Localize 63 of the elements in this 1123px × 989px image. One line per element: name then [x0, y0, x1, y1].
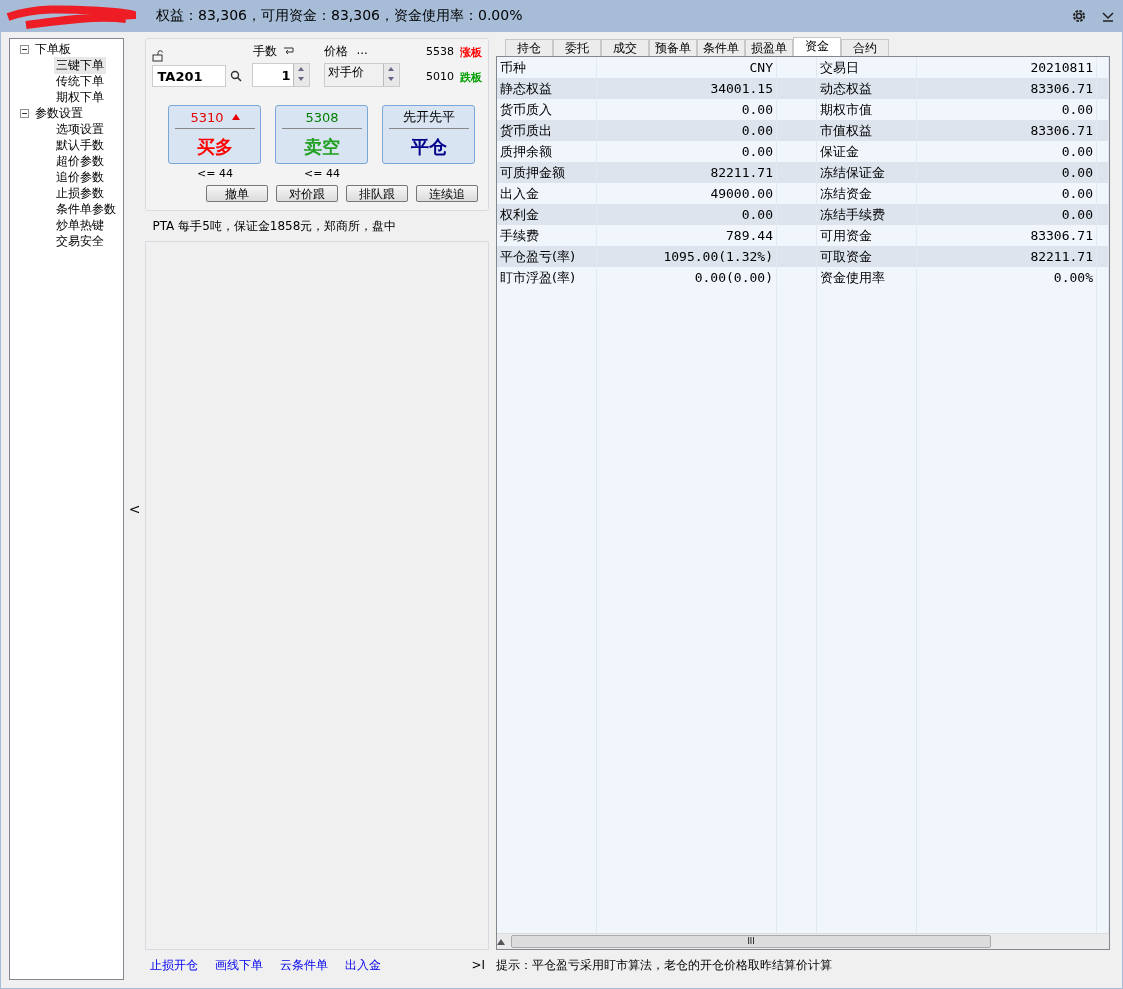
tree-item[interactable]: 炒单热键 [54, 216, 106, 234]
tree-item[interactable]: 默认手数 [54, 136, 106, 154]
collapse-button[interactable]: < [128, 501, 141, 517]
action-button[interactable]: 排队跟 [346, 185, 409, 202]
tab[interactable]: 预备单 [649, 39, 697, 56]
tree-item[interactable]: 参数设置 [33, 104, 85, 122]
limit-label: 涨板 [460, 45, 482, 60]
tab[interactable]: 持仓 [505, 39, 553, 56]
bottom-link[interactable]: 止损开仓 [150, 956, 199, 974]
tree-item[interactable]: 超价参数 [54, 152, 106, 170]
table-cell: 资金使用率 [817, 267, 917, 288]
tree-item[interactable]: 交易安全 [54, 232, 106, 250]
action-button[interactable]: 撤单 [206, 185, 269, 202]
price-label: 价格 [324, 43, 349, 60]
action-button[interactable]: 连续追 [416, 185, 479, 202]
tab[interactable]: 成交 [601, 39, 649, 56]
limit-label: 跌板 [460, 70, 482, 85]
hint-text: 提示：平仓盈亏采用盯市算法，老仓的开仓价格取昨结算价计算 [496, 956, 832, 974]
table-cell: 0.00(0.00) [597, 267, 777, 288]
tab[interactable]: 委托 [553, 39, 601, 56]
table-cell: 0.00% [917, 267, 1097, 288]
quantity-label: 手数 [253, 43, 278, 60]
tree-item[interactable]: 条件单参数 [54, 200, 118, 218]
minimize-icon[interactable] [1101, 9, 1115, 23]
tree-item[interactable]: 传统下单 [54, 72, 106, 90]
table-cell: 盯市浮盈(率) [497, 267, 597, 288]
search-icon[interactable] [230, 70, 243, 82]
limit-price: 5010 [426, 70, 454, 85]
more-button[interactable]: ... [356, 43, 368, 60]
trade-button[interactable]: 先开先平 平仓 [382, 105, 476, 164]
tab[interactable]: 损盈单 [745, 39, 793, 56]
unlock-icon[interactable] [152, 50, 165, 62]
collapse-icon[interactable] [20, 44, 29, 54]
return-icon[interactable] [283, 46, 296, 57]
bottom-link[interactable]: 出入金 [345, 956, 382, 974]
tree-item[interactable]: 选项设置 [54, 120, 106, 138]
symbol-field[interactable]: TA201 [152, 65, 227, 87]
collapse-icon[interactable] [20, 108, 29, 118]
horizontal-scrollbar[interactable]: III [497, 933, 1109, 949]
tab[interactable]: 条件单 [697, 39, 745, 56]
tab[interactable]: 资金 [793, 37, 841, 56]
tree-item[interactable]: 下单板 [33, 40, 73, 58]
price-type-field[interactable]: 对手价 [324, 63, 401, 87]
expand-button[interactable]: >I [471, 958, 485, 972]
max-quantity: <= 44 [304, 167, 340, 180]
bottom-link[interactable]: 云条件单 [280, 956, 329, 974]
tree-item[interactable]: 期权下单 [54, 88, 106, 106]
trade-button[interactable]: 5308 卖空 [275, 105, 369, 164]
tree-item[interactable]: 止损参数 [54, 184, 106, 202]
tree-item[interactable]: 追价参数 [54, 168, 106, 186]
bottom-link[interactable]: 画线下单 [215, 956, 264, 974]
up-arrow-icon [231, 114, 240, 120]
account-summary: 权益：83,306，可用资金：83,306，资金使用率：0.00% [156, 7, 523, 25]
tab[interactable]: 合约 [841, 39, 889, 56]
quantity-field[interactable]: 1 [252, 63, 311, 87]
tree-item[interactable]: 三键下单 [54, 56, 106, 74]
max-quantity: <= 44 [197, 167, 233, 180]
scroll-thumb[interactable]: III [511, 935, 991, 948]
contract-info: PTA 每手5吨，保证金1858元，郑商所，盘中 [152, 217, 397, 235]
trade-button[interactable]: 5310 买多 [168, 105, 262, 164]
action-button[interactable]: 对价跟 [276, 185, 339, 202]
limit-price: 5538 [426, 45, 454, 60]
settings-icon[interactable] [1071, 8, 1087, 24]
